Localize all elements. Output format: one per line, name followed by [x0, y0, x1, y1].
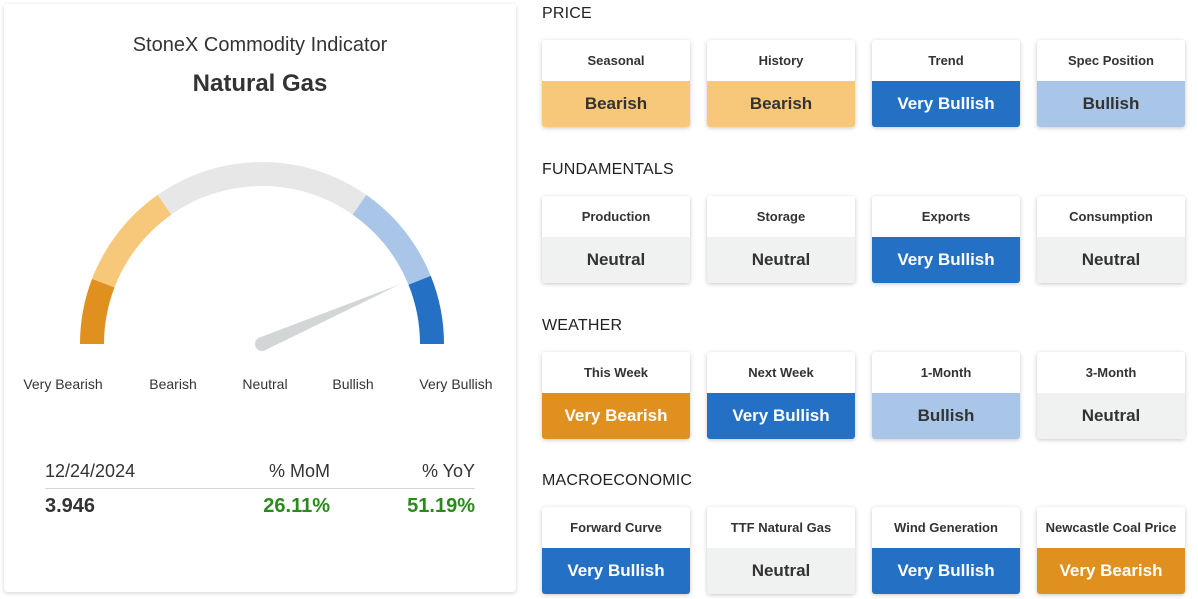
card-label: Consumption — [1069, 209, 1153, 224]
card-status: Neutral — [542, 237, 690, 283]
sentiment-gauge — [80, 162, 444, 351]
section-price: PRICE Seasonal Bearish History Bearish T… — [542, 0, 1192, 127]
card-next-week[interactable]: Next Week Very Bullish — [707, 352, 855, 439]
card-label: Forward Curve — [570, 520, 662, 535]
card-label: 3-Month — [1085, 365, 1137, 380]
card-exports[interactable]: Exports Very Bullish — [872, 196, 1020, 283]
card-status: Very Bearish — [542, 393, 690, 439]
card-wind-generation[interactable]: Wind Generation Very Bullish — [872, 507, 1020, 594]
stats-yoy-value: 51.19% — [407, 494, 475, 517]
scale-label-bullish: Bullish — [332, 376, 374, 392]
card-label: 1-Month — [920, 365, 972, 380]
card-ttf-natural-gas[interactable]: TTF Natural Gas Neutral — [707, 507, 855, 594]
card-history[interactable]: History Bearish — [707, 40, 855, 127]
card-status: Very Bullish — [872, 237, 1020, 283]
card-label: Exports — [921, 209, 971, 224]
indicator-title: StoneX Commodity Indicator — [132, 34, 388, 56]
card-consumption[interactable]: Consumption Neutral — [1037, 196, 1185, 283]
gauge-segment-bullish — [352, 194, 431, 286]
card-1-month[interactable]: 1-Month Bullish — [872, 352, 1020, 439]
card-label: Trend — [928, 53, 964, 68]
card-status: Very Bearish — [1037, 548, 1185, 594]
card-newcastle-coal-price[interactable]: Newcastle Coal Price Very Bearish — [1037, 507, 1185, 594]
gauge-segment-very-bearish — [80, 278, 115, 345]
card-status: Neutral — [1037, 237, 1185, 283]
card-label: History — [758, 53, 804, 68]
section-title-macroeconomic: MACROECONOMIC — [542, 472, 693, 489]
gauge-segment-bearish — [92, 194, 172, 288]
card-trend[interactable]: Trend Very Bullish — [872, 40, 1020, 127]
stats-mom-value: 26.11% — [263, 494, 330, 517]
stats-mom-label: % MoM — [268, 461, 330, 481]
gauge-segment-neutral — [157, 162, 367, 215]
card-status: Neutral — [1037, 393, 1185, 439]
card-status: Very Bullish — [872, 81, 1020, 127]
section-macroeconomic: MACROECONOMIC Forward Curve Very Bullish… — [542, 467, 1192, 594]
card-status: Neutral — [707, 548, 855, 594]
scale-label-neutral: Neutral — [242, 376, 288, 392]
stats-values-row: 3.946 26.11% 51.19% — [45, 489, 475, 523]
gauge-segment-very-bullish — [408, 275, 444, 345]
card-label: Spec Position — [1068, 53, 1154, 68]
gauge-needle-hub — [255, 337, 269, 351]
card-label: Production — [581, 209, 651, 224]
card-status: Very Bullish — [872, 548, 1020, 594]
section-title-price: PRICE — [542, 5, 592, 22]
commodity-name: Natural Gas — [192, 70, 328, 97]
section-fundamentals: FUNDAMENTALS Production Neutral Storage … — [542, 156, 1192, 283]
scale-label-very-bullish: Very Bullish — [419, 376, 493, 392]
indicator-panel: StoneX Commodity Indicator Natural Gas V… — [4, 4, 516, 592]
card-storage[interactable]: Storage Neutral — [707, 196, 855, 283]
card-status: Neutral — [707, 237, 855, 283]
card-label: Newcastle Coal Price — [1045, 520, 1177, 535]
card-label: This Week — [583, 365, 649, 380]
card-forward-curve[interactable]: Forward Curve Very Bullish — [542, 507, 690, 594]
card-spec-position[interactable]: Spec Position Bullish — [1037, 40, 1185, 127]
stats-date: 12/24/2024 — [45, 461, 136, 481]
card-status: Bearish — [542, 81, 690, 127]
scale-label-very-bearish: Very Bearish — [23, 376, 103, 392]
card-label: TTF Natural Gas — [730, 520, 832, 535]
stats-price: 3.946 — [45, 494, 96, 517]
card-this-week[interactable]: This Week Very Bearish — [542, 352, 690, 439]
section-weather: WEATHER This Week Very Bearish Next Week… — [542, 312, 1192, 439]
stats-header-row: 12/24/2024 % MoM % YoY — [45, 455, 475, 489]
card-production[interactable]: Production Neutral — [542, 196, 690, 283]
section-title-weather: WEATHER — [542, 317, 623, 334]
card-label: Seasonal — [587, 53, 645, 68]
card-label: Storage — [756, 209, 806, 224]
factor-panel: PRICE Seasonal Bearish History Bearish T… — [542, 0, 1192, 599]
card-3-month[interactable]: 3-Month Neutral — [1037, 352, 1185, 439]
card-status: Very Bullish — [542, 548, 690, 594]
card-label: Wind Generation — [894, 520, 998, 535]
card-status: Bullish — [1037, 81, 1185, 127]
card-status: Bullish — [872, 393, 1020, 439]
gauge-scale-labels: Very Bearish Bearish Neutral Bullish Ver… — [4, 376, 516, 396]
card-status: Very Bullish — [707, 393, 855, 439]
scale-label-bearish: Bearish — [149, 376, 197, 392]
card-label: Next Week — [748, 365, 814, 380]
card-status: Bearish — [707, 81, 855, 127]
gauge-needle — [259, 284, 400, 351]
section-title-fundamentals: FUNDAMENTALS — [542, 161, 674, 178]
price-stats-table: 12/24/2024 % MoM % YoY 3.946 26.11% 51.1… — [45, 455, 475, 523]
stats-yoy-label: % YoY — [421, 461, 475, 481]
card-seasonal[interactable]: Seasonal Bearish — [542, 40, 690, 127]
